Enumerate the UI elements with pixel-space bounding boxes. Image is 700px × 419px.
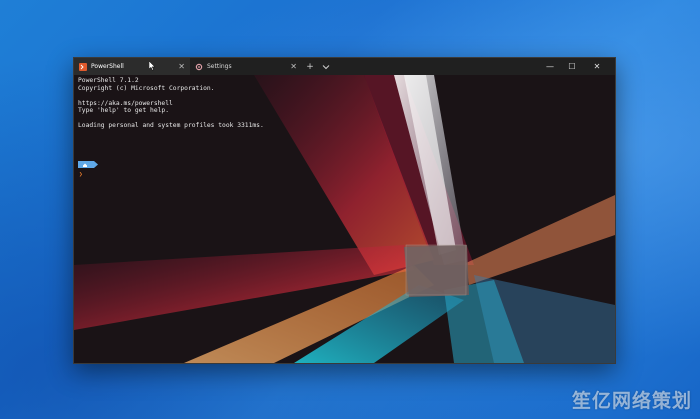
terminal-output: PowerShell 7.1.2 Copyright (c) Microsoft … [78, 77, 264, 130]
close-button[interactable]: ✕ [588, 58, 606, 75]
terminal-line: Copyright (c) Microsoft Corporation. [78, 84, 215, 92]
tab-label: Settings [207, 63, 232, 70]
maximize-button[interactable]: ☐ [563, 58, 581, 75]
tab-settings[interactable]: Settings ✕ [190, 58, 302, 75]
terminal-line: PowerShell 7.1.2 [78, 77, 139, 84]
mouse-cursor-icon [149, 61, 156, 71]
prompt-badge [78, 161, 98, 168]
minimize-button[interactable]: — [541, 58, 559, 75]
terminal-line: Loading personal and system profiles too… [78, 122, 264, 129]
watermark: 笙亿网络策划 [571, 390, 692, 412]
new-tab-button[interactable]: + [304, 58, 316, 75]
terminal-window[interactable]: PowerShell ✕ Settings ✕ + — ☐ ✕ PowerShe… [73, 57, 616, 364]
tab-label: PowerShell [91, 63, 124, 70]
terminal-pane[interactable]: PowerShell 7.1.2 Copyright (c) Microsoft … [74, 75, 615, 363]
chevron-down-icon[interactable] [320, 58, 332, 75]
close-tab-icon[interactable]: ✕ [178, 62, 185, 71]
prompt-arrow: ❯ [79, 171, 83, 178]
title-bar[interactable]: PowerShell ✕ Settings ✕ + — ☐ ✕ [74, 58, 615, 75]
tab-powershell[interactable]: PowerShell ✕ [74, 58, 190, 75]
gear-icon [195, 63, 203, 71]
close-tab-icon[interactable]: ✕ [290, 62, 297, 71]
powershell-icon [79, 62, 87, 71]
terminal-line: https://aka.ms/powershell [78, 99, 173, 107]
terminal-line: Type 'help' to get help. [78, 107, 169, 114]
